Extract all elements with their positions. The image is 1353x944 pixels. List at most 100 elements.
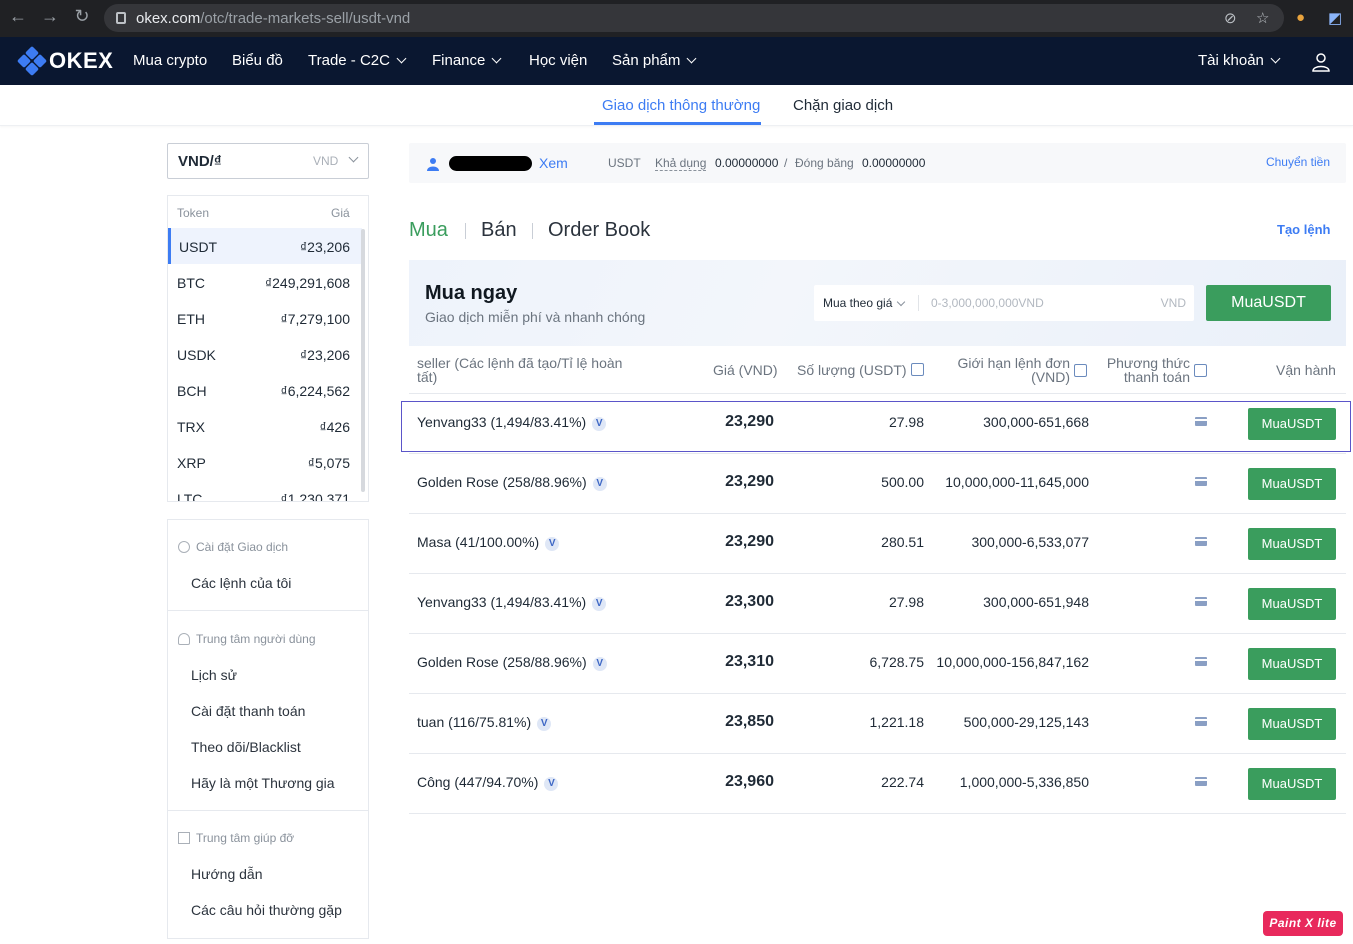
tab-divider (465, 223, 466, 239)
balance-currency: USDT (608, 156, 641, 170)
table-row: Golden Rose (258/88.96%) V 23,290 500.00 … (409, 453, 1346, 513)
token-row-bch[interactable]: BCH ₫6,224,562 (168, 372, 362, 408)
token-row-xrp[interactable]: XRP ₫5,075 (168, 444, 362, 480)
reload-icon[interactable]: ↻ (66, 6, 98, 27)
eye-off-icon[interactable]: ⊘ (1224, 9, 1237, 27)
okex-logo[interactable]: OKEX (16, 45, 113, 77)
token-list-scrollbar[interactable] (361, 229, 365, 492)
pair-select-value: VND/₫ (178, 153, 222, 170)
nav-item-san-pham[interactable]: Sản phẩm (612, 37, 697, 85)
back-icon[interactable]: ← (2, 6, 34, 27)
quantity-cell: 500.00 (881, 474, 924, 490)
token-row-ltc[interactable]: LTC ₫1,230,371 (168, 480, 362, 501)
tab-sell[interactable]: Bán (481, 219, 517, 242)
seller-name[interactable]: Golden Rose (258/88.96%) V (417, 654, 607, 672)
user-icon (178, 633, 190, 645)
paint-x-lite-watermark: Paint X lite (1263, 911, 1343, 936)
price-column-header: Giá (VND) (713, 362, 778, 378)
seller-name[interactable]: Yenvang33 (1,494/83.41%) V (417, 594, 607, 612)
amount-input[interactable]: 0-3,000,000,000VND (931, 296, 1044, 310)
buy-usdt-button[interactable]: MuaUSDT (1248, 468, 1336, 500)
gear-icon (178, 541, 190, 553)
filter-icon[interactable] (1194, 364, 1207, 377)
tab-divider (532, 223, 533, 239)
token-row-trx[interactable]: TRX ₫426 (168, 408, 362, 444)
balance-separator: / (784, 156, 788, 170)
token-row-eth[interactable]: ETH ₫7,279,100 (168, 300, 362, 336)
address-bar[interactable]: okex.com/otc/trade-markets-sell/usdt-vnd (104, 4, 1284, 32)
extension-icon[interactable]: ● (1296, 9, 1305, 26)
currency-pair-select[interactable]: VND/₫ VND (167, 143, 369, 179)
buy-mode-select[interactable]: Mua theo giá (823, 296, 906, 310)
limit-column-header: Giới hạn lệnh đơn (VND) (957, 355, 1070, 385)
sidebar-item-follow-blacklist[interactable]: Theo dõi/Blacklist (191, 739, 301, 755)
nav-item-bieu-do[interactable]: Biểu đồ (232, 37, 283, 85)
tab-order-book[interactable]: Order Book (548, 219, 650, 242)
frozen-label: Đóng băng (795, 156, 854, 170)
quick-buy-button[interactable]: MuaUSDT (1206, 285, 1331, 321)
sidebar-item-guide[interactable]: Hướng dẫn (191, 866, 262, 882)
quantity-cell: 27.98 (888, 594, 924, 610)
sidebar-item-payment-settings[interactable]: Cài đặt thanh toán (191, 703, 305, 719)
highlight-box (401, 401, 1351, 452)
buy-usdt-button[interactable]: MuaUSDT (1248, 588, 1336, 620)
create-order-link[interactable]: Tạo lệnh (1277, 222, 1330, 237)
verified-badge-icon: V (592, 597, 607, 611)
verified-badge-icon: V (544, 777, 559, 791)
table-row: Yenvang33 (1,494/83.41%) V 23,300 27.98 3… (409, 573, 1346, 633)
view-link[interactable]: Xem (539, 155, 568, 171)
frozen-value: 0.00000000 (862, 156, 926, 170)
book-icon (178, 832, 190, 844)
extension-cursor-icon[interactable]: ◩ (1328, 9, 1342, 27)
chevron-down-icon (686, 53, 697, 64)
url-text: okex.com/otc/trade-markets-sell/usdt-vnd (136, 9, 411, 27)
nav-account-menu[interactable]: Tài khoản (1198, 37, 1281, 85)
bank-card-icon (1195, 657, 1207, 666)
buy-usdt-button[interactable]: MuaUSDT (1248, 528, 1336, 560)
sidebar-item-become-merchant[interactable]: Hãy là một Thương gia (191, 775, 335, 791)
nav-item-trade-c2c[interactable]: Trade - C2C (308, 37, 407, 85)
price-cell: 23,300 (725, 593, 774, 610)
edit-icon[interactable] (910, 362, 924, 376)
table-row: tuan (116/75.81%) V 23,850 1,221.18 500,0… (409, 693, 1346, 753)
token-row-usdk[interactable]: USDK ₫23,206 (168, 336, 362, 372)
nav-item-finance[interactable]: Finance (432, 37, 502, 85)
seller-name[interactable]: Công (447/94.70%) V (417, 774, 559, 792)
chevron-down-icon (897, 297, 906, 307)
tab-regular-trade[interactable]: Giao dịch thông thường (602, 97, 760, 114)
forward-icon[interactable]: → (34, 6, 66, 27)
chevron-down-icon (348, 152, 359, 163)
token-column-header: Token (177, 206, 210, 220)
buy-usdt-button[interactable]: MuaUSDT (1248, 648, 1336, 680)
limit-cell: 300,000-651,948 (983, 594, 1089, 610)
trade-settings-heading: Cài đặt Giao dịch (178, 540, 288, 554)
sub-navigation: Giao dịch thông thường Chặn giao dịch (0, 85, 1353, 126)
token-row-btc[interactable]: BTC ₫249,291,608 (168, 264, 362, 300)
seller-name[interactable]: Masa (41/100.00%) V (417, 534, 560, 552)
buy-usdt-button[interactable]: MuaUSDT (1248, 708, 1336, 740)
seller-column-header: seller (Các lệnh đã tạo/Tỉ lệ hoàn tất) (417, 355, 623, 385)
edit-icon[interactable] (1074, 364, 1087, 377)
user-icon[interactable] (1311, 52, 1331, 72)
top-navigation: OKEX Mua crypto Biểu đồ Trade - C2C Fina… (0, 37, 1353, 85)
token-row-usdt[interactable]: USDT ₫23,206 (168, 228, 362, 264)
transfer-link[interactable]: Chuyển tiền (1266, 155, 1330, 169)
sidebar-item-faq[interactable]: Các câu hỏi thường gặp (191, 902, 342, 918)
active-tab-indicator (594, 122, 761, 125)
seller-name[interactable]: Golden Rose (258/88.96%) V (417, 474, 607, 492)
available-value: 0.00000000 (715, 156, 779, 170)
quick-buy-title: Mua ngay (425, 282, 518, 304)
buy-usdt-button[interactable]: MuaUSDT (1248, 768, 1336, 800)
table-row: Golden Rose (258/88.96%) V 23,310 6,728.7… (409, 633, 1346, 693)
limit-cell: 300,000-6,533,077 (971, 534, 1089, 550)
nav-item-hoc-vien[interactable]: Học viện (529, 37, 587, 85)
tab-buy[interactable]: Mua (409, 219, 448, 242)
sidebar-item-my-orders[interactable]: Các lệnh của tôi (191, 575, 291, 591)
nav-item-mua-crypto[interactable]: Mua crypto (133, 37, 207, 85)
tab-block-trade[interactable]: Chặn giao dịch (793, 97, 893, 114)
seller-name[interactable]: tuan (116/75.81%) V (417, 714, 552, 732)
star-icon[interactable]: ☆ (1256, 9, 1269, 27)
table-row: Masa (41/100.00%) V 23,290 280.51 300,000… (409, 513, 1346, 573)
sidebar-item-history[interactable]: Lịch sử (191, 667, 237, 683)
bank-card-icon (1195, 477, 1207, 486)
